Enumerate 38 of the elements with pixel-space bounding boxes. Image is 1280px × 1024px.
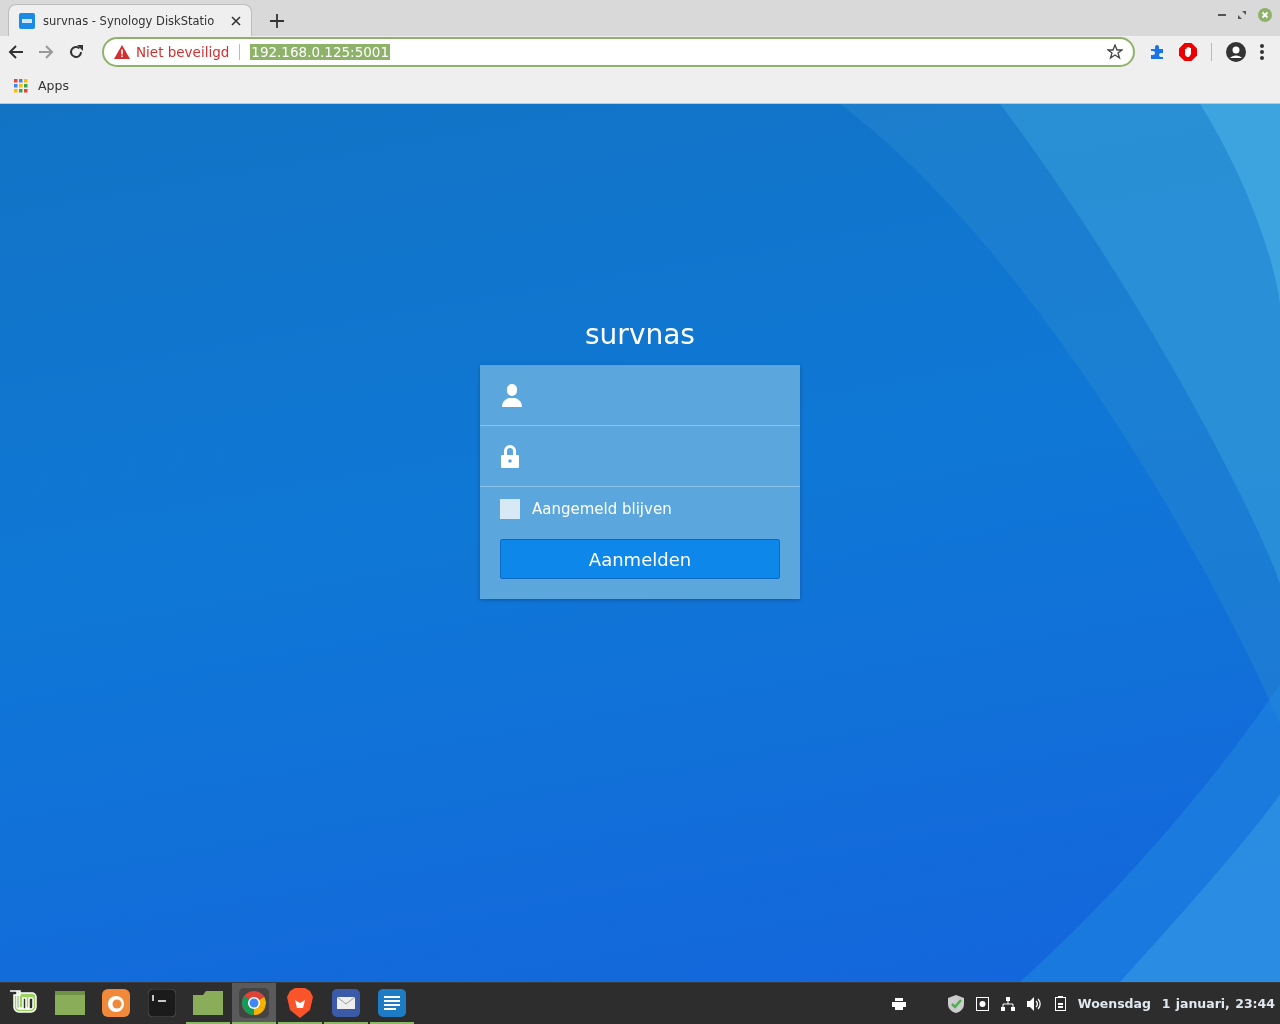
url-text: 192.168.0.125:5001 bbox=[250, 44, 390, 60]
warning-icon bbox=[114, 45, 130, 59]
window-icon bbox=[55, 990, 85, 1015]
chrome-icon bbox=[239, 987, 269, 1018]
security-label: Niet beveiligd bbox=[136, 44, 230, 60]
bookmark-link[interactable]: Apps bbox=[14, 78, 69, 93]
document-icon bbox=[378, 988, 406, 1017]
address-bar[interactable]: Niet beveiligd 192.168.0.125:5001 bbox=[102, 37, 1135, 67]
favicon-icon bbox=[19, 12, 35, 29]
new-tab-icon[interactable] bbox=[270, 14, 284, 28]
checkbox[interactable] bbox=[500, 499, 520, 519]
lock-icon bbox=[500, 444, 520, 468]
tab-title: survnas - Synology DiskStatio bbox=[43, 13, 216, 28]
server-name: survnas bbox=[585, 318, 695, 351]
volume-icon[interactable] bbox=[1026, 996, 1043, 1011]
terminal-icon bbox=[148, 988, 176, 1017]
bookmark-star-icon[interactable] bbox=[1107, 44, 1123, 60]
taskbar-app[interactable] bbox=[232, 983, 276, 1024]
stop-hand-icon[interactable] bbox=[1179, 43, 1197, 61]
account-icon[interactable] bbox=[1226, 42, 1246, 62]
user-icon bbox=[500, 383, 524, 407]
shield-check-icon[interactable] bbox=[947, 994, 964, 1013]
battery-icon[interactable] bbox=[1054, 996, 1066, 1011]
checkbox-label: Aangemeld blijven bbox=[532, 500, 672, 518]
clock[interactable]: Woensdag 1 januari, 23:44 bbox=[1077, 996, 1275, 1011]
browser-tab[interactable]: survnas - Synology DiskStatio bbox=[8, 4, 252, 36]
printer-icon[interactable] bbox=[891, 997, 906, 1010]
restore-icon[interactable] bbox=[1238, 11, 1246, 19]
login-button[interactable]: Aanmelden bbox=[500, 539, 780, 579]
network-icon[interactable] bbox=[1000, 996, 1015, 1011]
menu-icon[interactable] bbox=[1260, 44, 1264, 60]
back-icon[interactable] bbox=[8, 44, 24, 60]
close-tab-icon[interactable] bbox=[231, 15, 241, 26]
puzzle-icon[interactable] bbox=[1149, 44, 1165, 60]
folder-icon bbox=[193, 990, 223, 1015]
apps-grid-icon bbox=[14, 78, 28, 93]
reload-icon[interactable] bbox=[68, 44, 84, 60]
envelope-icon bbox=[332, 988, 360, 1017]
